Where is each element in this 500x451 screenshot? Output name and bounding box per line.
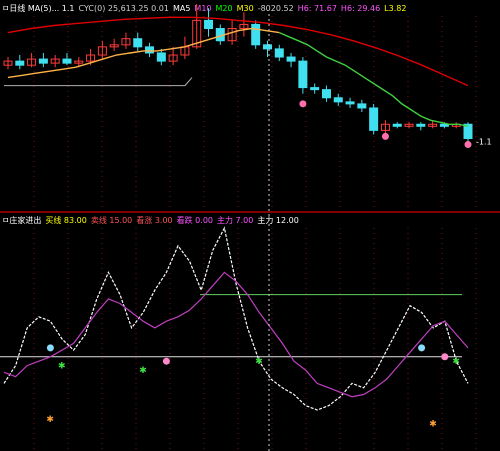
candle-body xyxy=(416,123,426,127)
candle-body xyxy=(286,56,296,62)
candle-body xyxy=(145,46,155,54)
stock-chart[interactable]: -1.1 ✱ ✱ ✱ ✱ ✱ ✱ xyxy=(0,0,500,451)
candle-body xyxy=(204,19,214,30)
candle-body xyxy=(357,103,367,109)
candle-body xyxy=(251,23,261,46)
candle-body xyxy=(156,52,166,62)
candle-body xyxy=(310,87,320,91)
signal-star: ✱ xyxy=(58,362,66,372)
candle-body xyxy=(369,107,379,131)
candle-body xyxy=(262,44,272,50)
candle-body xyxy=(392,123,402,127)
candle-body xyxy=(62,58,72,64)
gridlines xyxy=(33,16,477,450)
candle-body xyxy=(345,101,355,105)
signal-star: ✱ xyxy=(255,357,263,367)
candle-body xyxy=(298,60,308,89)
osc-white-line xyxy=(3,226,469,411)
price-panel[interactable]: -1.1 xyxy=(3,4,492,149)
signal-star: ✱ xyxy=(452,357,460,367)
candle-body xyxy=(321,89,331,99)
signal-marker xyxy=(464,141,472,149)
osc-purple-line xyxy=(3,271,469,398)
oscillator-panel[interactable]: ✱ ✱ ✱ ✱ ✱ ✱ xyxy=(0,226,469,429)
signal-dot xyxy=(441,353,449,361)
candle-body xyxy=(38,58,48,64)
signal-marker xyxy=(299,100,307,108)
signal-dot xyxy=(162,357,170,365)
signal-star: ✱ xyxy=(429,419,437,429)
last-value-label: -1.1 xyxy=(476,138,492,147)
candle-body xyxy=(133,38,143,48)
support-line xyxy=(4,77,193,87)
signal-marker xyxy=(381,132,389,140)
signal-star: ✱ xyxy=(46,415,54,425)
ma-short-line xyxy=(7,27,280,79)
candle-body xyxy=(333,97,343,103)
candle-body xyxy=(274,48,284,58)
signal-dot xyxy=(418,344,426,352)
candle-body xyxy=(15,60,25,66)
signal-star: ✱ xyxy=(139,366,147,376)
signal-dot xyxy=(46,344,54,352)
